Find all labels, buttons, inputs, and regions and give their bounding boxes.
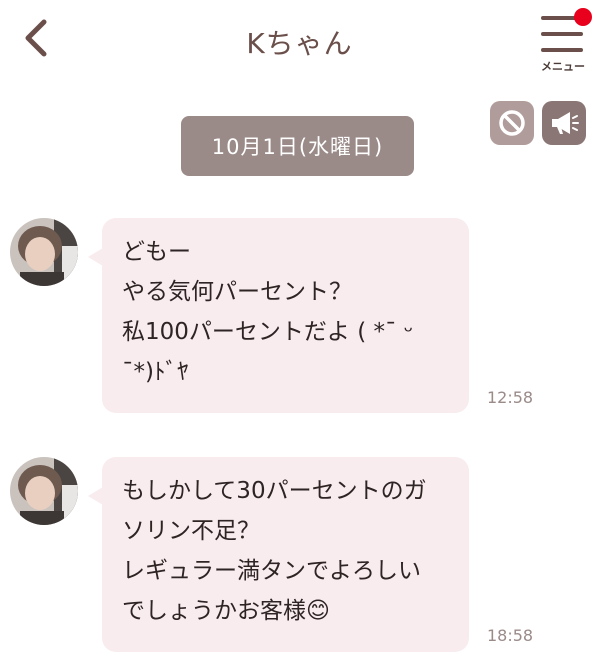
avatar-photo bbox=[10, 457, 78, 525]
avatar-photo bbox=[10, 218, 78, 286]
block-button[interactable] bbox=[490, 101, 534, 145]
message-line: 私100パーセントだよ ( *¯ ᵕ bbox=[122, 319, 414, 345]
message-time: 18:58 bbox=[487, 626, 534, 645]
chat-header: Kちゃん メニュー bbox=[0, 0, 599, 90]
block-icon bbox=[499, 110, 525, 136]
hamburger-icon-bar bbox=[541, 48, 583, 52]
chat-title: Kちゃん bbox=[246, 27, 353, 60]
notification-dot bbox=[574, 8, 592, 26]
message-time: 12:58 bbox=[487, 388, 534, 407]
message-bubble: もしかして30パーセントのガ ソリン不足？ レギュラー満タンでよろしい でしょう… bbox=[88, 457, 469, 652]
message-line: もしかして30パーセントのガ bbox=[122, 478, 427, 504]
avatar[interactable] bbox=[10, 457, 78, 525]
megaphone-icon bbox=[552, 112, 579, 134]
menu-button[interactable]: メニュー bbox=[532, 8, 594, 74]
bubble-tail bbox=[88, 487, 103, 505]
back-button[interactable] bbox=[14, 16, 58, 60]
hamburger-icon-bar bbox=[541, 32, 583, 36]
chevron-left-icon bbox=[25, 19, 47, 57]
message-line: レギュラー満タンでよろしい bbox=[122, 558, 421, 584]
message-line: でしょうかお客様😊 bbox=[122, 598, 330, 624]
message-line: ¯*)ﾄﾞﾔ bbox=[122, 359, 189, 385]
date-divider: 10月1日(水曜日) bbox=[181, 116, 414, 176]
bubble-tail bbox=[88, 248, 103, 266]
announce-button[interactable] bbox=[542, 101, 586, 145]
chat-screen: Kちゃん メニュー 10月1日(水曜日) どもー やる気何パーセント？ 私100… bbox=[0, 0, 599, 664]
message-line: どもー bbox=[122, 239, 191, 265]
message-line: やる気何パーセント？ bbox=[122, 279, 352, 305]
message-line: ソリン不足？ bbox=[122, 518, 260, 544]
avatar[interactable] bbox=[10, 218, 78, 286]
message-bubble: どもー やる気何パーセント？ 私100パーセントだよ ( *¯ ᵕ ¯*)ﾄﾞﾔ bbox=[88, 218, 469, 413]
menu-label: メニュー bbox=[541, 60, 585, 73]
